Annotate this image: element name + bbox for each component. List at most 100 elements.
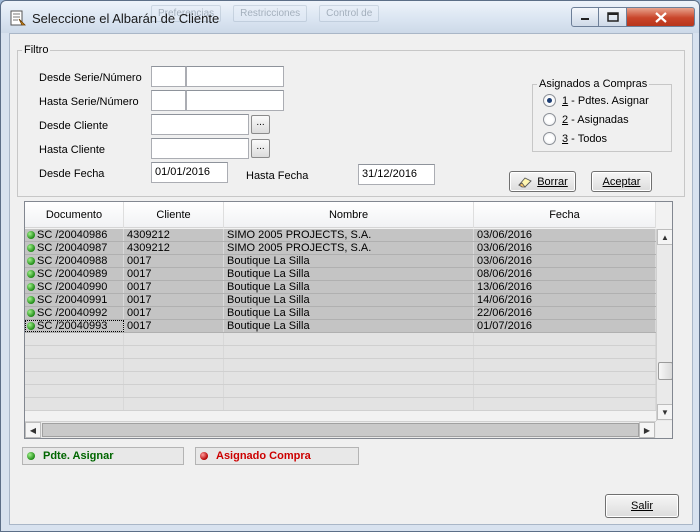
scroll-down-icon[interactable]: ▼ — [657, 404, 672, 420]
window-title: Seleccione el Albarán de Cliente — [32, 11, 220, 26]
table-row[interactable]: SC /20040988 0017 Boutique La Silla 03/06/2… — [25, 255, 656, 268]
hasta-serie-label: Hasta Serie/Número — [39, 96, 139, 108]
desde-fecha-label: Desde Fecha — [39, 168, 105, 180]
status-red-icon — [200, 452, 208, 460]
hasta-cliente-lookup-button[interactable]: ... — [251, 139, 270, 158]
hasta-cliente-label: Hasta Cliente — [39, 144, 106, 156]
horizontal-scrollbar[interactable]: ◀ ▶ — [25, 421, 656, 438]
app-icon — [10, 10, 26, 26]
cell-nombre: Boutique La Silla — [224, 281, 474, 293]
radio-selected-icon — [543, 94, 556, 107]
filter-group: Filtro Desde Serie/Número Hasta Serie/Nú… — [17, 44, 685, 197]
cell-fecha: 08/06/2016 — [474, 268, 656, 280]
hasta-fecha-label: Hasta Fecha — [246, 170, 309, 182]
asignados-legend: Asignados a Compras — [539, 78, 648, 90]
radio-todos[interactable]: 3 - Todos — [543, 132, 607, 145]
cell-documento: SC /20040992 — [37, 307, 108, 319]
desde-numero-input[interactable] — [186, 66, 284, 87]
cell-cliente: 0017 — [124, 320, 224, 332]
cell-nombre: Boutique La Silla — [224, 320, 474, 332]
hasta-serie-input[interactable] — [151, 90, 186, 111]
vertical-scrollbar[interactable]: ▲ ▼ — [656, 229, 672, 421]
maximize-button[interactable] — [599, 7, 627, 27]
column-header-fecha[interactable]: Fecha — [474, 202, 656, 228]
status-green-icon — [27, 322, 35, 330]
desde-cliente-input[interactable] — [151, 114, 249, 135]
radio-label: 2 - Asignadas — [562, 113, 629, 126]
scroll-right-icon[interactable]: ▶ — [639, 422, 655, 438]
borrar-button[interactable]: Borrar — [509, 171, 576, 192]
column-header-documento[interactable]: Documento — [25, 202, 124, 228]
status-green-icon — [27, 309, 35, 317]
desde-fecha-input[interactable]: 01/01/2016 — [151, 162, 228, 183]
hasta-numero-input[interactable] — [186, 90, 284, 111]
horizontal-scroll-thumb[interactable] — [42, 423, 639, 437]
table-row[interactable]: SC /20040987 4309212 SIMO 2005 PROJECTS, S… — [25, 242, 656, 255]
table-row[interactable]: SC /20040993 0017 Boutique La Silla 01/07/2… — [25, 320, 656, 333]
legend-pdte-asignar: Pdte. Asignar — [22, 447, 184, 465]
radio-pdtes-asignar[interactable]: 1 - Pdtes. Asignar — [543, 94, 649, 107]
salir-button[interactable]: Salir — [605, 494, 679, 518]
status-green-icon — [27, 452, 35, 460]
grid-header: Documento Cliente Nombre Fecha — [25, 202, 656, 228]
cell-nombre: SIMO 2005 PROJECTS, S.A. — [224, 229, 474, 241]
cell-documento: SC /20040986 — [37, 229, 108, 241]
cell-fecha: 03/06/2016 — [474, 255, 656, 267]
cell-documento: SC /20040991 — [37, 294, 108, 306]
cell-nombre: Boutique La Silla — [224, 294, 474, 306]
cell-cliente: 4309212 — [124, 229, 224, 241]
table-row[interactable]: SC /20040989 0017 Boutique La Silla 08/06/2… — [25, 268, 656, 281]
asignados-group: Asignados a Compras 1 - Pdtes. Asignar 2… — [532, 78, 672, 152]
salir-label: Salir — [630, 500, 653, 512]
eraser-icon — [518, 176, 532, 188]
table-row[interactable]: SC /20040991 0017 Boutique La Silla 14/06/2… — [25, 294, 656, 307]
scroll-up-icon[interactable]: ▲ — [657, 229, 672, 245]
empty-row — [25, 359, 656, 372]
vertical-scroll-thumb[interactable] — [658, 362, 672, 380]
column-header-nombre[interactable]: Nombre — [224, 202, 474, 228]
cell-fecha: 13/06/2016 — [474, 281, 656, 293]
cell-nombre: Boutique La Silla — [224, 255, 474, 267]
cell-documento: SC /20040988 — [37, 255, 108, 267]
filter-legend: Filtro — [24, 44, 49, 56]
desde-serie-input[interactable] — [151, 66, 186, 87]
aceptar-label: Aceptar — [602, 175, 641, 188]
minimize-icon — [581, 18, 589, 20]
table-row[interactable]: SC /20040990 0017 Boutique La Silla 13/06/2… — [25, 281, 656, 294]
maximize-icon — [606, 12, 619, 22]
close-button[interactable] — [627, 7, 695, 27]
dialog-window: Preferencias Restricciones Control de Se… — [0, 0, 700, 532]
empty-row — [25, 398, 656, 411]
desde-serie-label: Desde Serie/Número — [39, 72, 142, 84]
scroll-left-icon[interactable]: ◀ — [25, 422, 41, 438]
empty-row — [25, 385, 656, 398]
column-header-cliente[interactable]: Cliente — [124, 202, 224, 228]
radio-asignadas[interactable]: 2 - Asignadas — [543, 113, 629, 126]
scroll-corner — [656, 421, 672, 438]
borrar-label: Borrar — [537, 175, 568, 188]
table-row[interactable]: SC /20040992 0017 Boutique La Silla 22/06/2… — [25, 307, 656, 320]
cell-documento: SC /20040993 — [37, 320, 108, 332]
hasta-fecha-input[interactable]: 31/12/2016 — [358, 164, 435, 185]
radio-unselected-icon — [543, 132, 556, 145]
table-row[interactable]: SC /20040986 4309212 SIMO 2005 PROJECTS, S… — [25, 229, 656, 242]
cell-documento: SC /20040987 — [37, 242, 108, 254]
minimize-button[interactable] — [571, 7, 599, 27]
desde-cliente-lookup-button[interactable]: ... — [251, 115, 270, 134]
cell-cliente: 0017 — [124, 268, 224, 280]
radio-label: 1 - Pdtes. Asignar — [562, 94, 649, 107]
status-green-icon — [27, 231, 35, 239]
status-green-icon — [27, 270, 35, 278]
cell-cliente: 4309212 — [124, 242, 224, 254]
status-green-icon — [27, 283, 35, 291]
hasta-cliente-input[interactable] — [151, 138, 249, 159]
cell-nombre: Boutique La Silla — [224, 268, 474, 280]
cell-fecha: 01/07/2016 — [474, 320, 656, 332]
aceptar-button[interactable]: Aceptar — [591, 171, 652, 192]
status-green-icon — [27, 257, 35, 265]
cell-fecha: 03/06/2016 — [474, 242, 656, 254]
radio-label: 3 - Todos — [562, 132, 608, 145]
title-bar[interactable]: Preferencias Restricciones Control de Se… — [1, 1, 699, 33]
cell-fecha: 22/06/2016 — [474, 307, 656, 319]
cell-nombre: Boutique La Silla — [224, 307, 474, 319]
